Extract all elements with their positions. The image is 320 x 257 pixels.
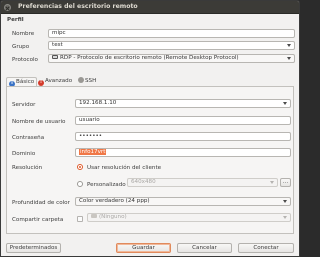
name-field[interactable]: mipc <box>48 29 295 38</box>
domain-field[interactable]: info17vrt <box>75 148 291 157</box>
tab-basico-label: Básico <box>16 79 35 85</box>
profile-section-label: Perfil <box>7 17 24 23</box>
name-label: Nombre <box>12 31 35 37</box>
preferences-dialog: Preferencias del escritorio remoto Perfi… <box>0 0 300 257</box>
protocol-label: Protocolo <box>12 57 38 63</box>
defaults-button[interactable]: Predeterminados <box>6 243 61 253</box>
chevron-down-icon <box>287 57 291 60</box>
password-field[interactable]: ••••••• <box>75 132 291 141</box>
chevron-down-icon <box>270 181 274 184</box>
group-label: Grupo <box>12 44 30 50</box>
color-depth-label: Profundidad de color <box>12 200 70 206</box>
close-window-icon[interactable] <box>4 4 11 11</box>
custom-resolution-value: 640x480 <box>131 179 156 185</box>
group-combo-value: test <box>52 42 63 48</box>
color-depth-combo[interactable]: Color verdadero (24 ppp) <box>75 197 291 206</box>
server-label: Servidor <box>12 102 36 108</box>
username-field[interactable]: usuario <box>75 116 291 125</box>
custom-resolution-combo[interactable]: 640x480 <box>127 178 278 187</box>
cancel-button[interactable]: Cancelar <box>177 243 232 253</box>
custom-resolution-radio[interactable] <box>77 181 83 187</box>
tab-basico[interactable]: i Básico <box>6 77 38 87</box>
share-folder-chooser[interactable]: (Ninguno) <box>87 213 291 222</box>
tab-avanzado[interactable]: ! Avanzado <box>38 77 72 86</box>
domain-label: Dominio <box>12 151 36 157</box>
chevron-down-icon <box>283 216 287 219</box>
chevron-down-icon <box>283 200 287 203</box>
remote-desktop-icon <box>52 55 58 59</box>
save-button[interactable]: Guardar <box>116 243 171 253</box>
share-folder-value: (Ninguno) <box>99 214 127 220</box>
color-depth-value: Color verdadero (24 ppp) <box>79 198 150 204</box>
share-folder-label: Compartir carpeta <box>12 217 64 223</box>
resolution-more-button[interactable]: ... <box>280 178 291 187</box>
window-title: Preferencias del escritorio remoto <box>18 3 138 10</box>
password-label: Contraseña <box>12 135 45 141</box>
ssh-tunnel-icon <box>78 77 84 83</box>
use-client-resolution-label[interactable]: Usar resolución del cliente <box>87 165 161 171</box>
protocol-combo-value: RDP - Protocolo de escritorio remoto (Re… <box>60 55 239 61</box>
basic-tab-panel <box>6 86 294 234</box>
domain-value: info17vrt <box>79 149 107 155</box>
folder-icon <box>91 214 97 218</box>
server-combo[interactable]: 192.168.1.10 <box>75 99 291 108</box>
username-label: Nombre de usuario <box>12 119 66 125</box>
resolution-label: Resolución <box>12 165 43 171</box>
chevron-down-icon <box>287 44 291 47</box>
chevron-down-icon <box>283 102 287 105</box>
title-bar: Preferencias del escritorio remoto <box>1 1 299 14</box>
server-value: 192.168.1.10 <box>79 100 117 106</box>
custom-resolution-label[interactable]: Personalizado <box>87 182 126 188</box>
tab-ssh[interactable]: SSH <box>78 77 96 86</box>
use-client-resolution-radio[interactable] <box>77 164 83 170</box>
protocol-combo[interactable]: RDP - Protocolo de escritorio remoto (Re… <box>48 54 295 63</box>
tab-avanzado-label: Avanzado <box>45 78 73 84</box>
group-combo[interactable]: test <box>48 41 295 50</box>
connect-button[interactable]: Conectar <box>238 243 294 253</box>
tab-ssh-label: SSH <box>85 78 97 84</box>
share-folder-checkbox[interactable] <box>77 216 83 222</box>
